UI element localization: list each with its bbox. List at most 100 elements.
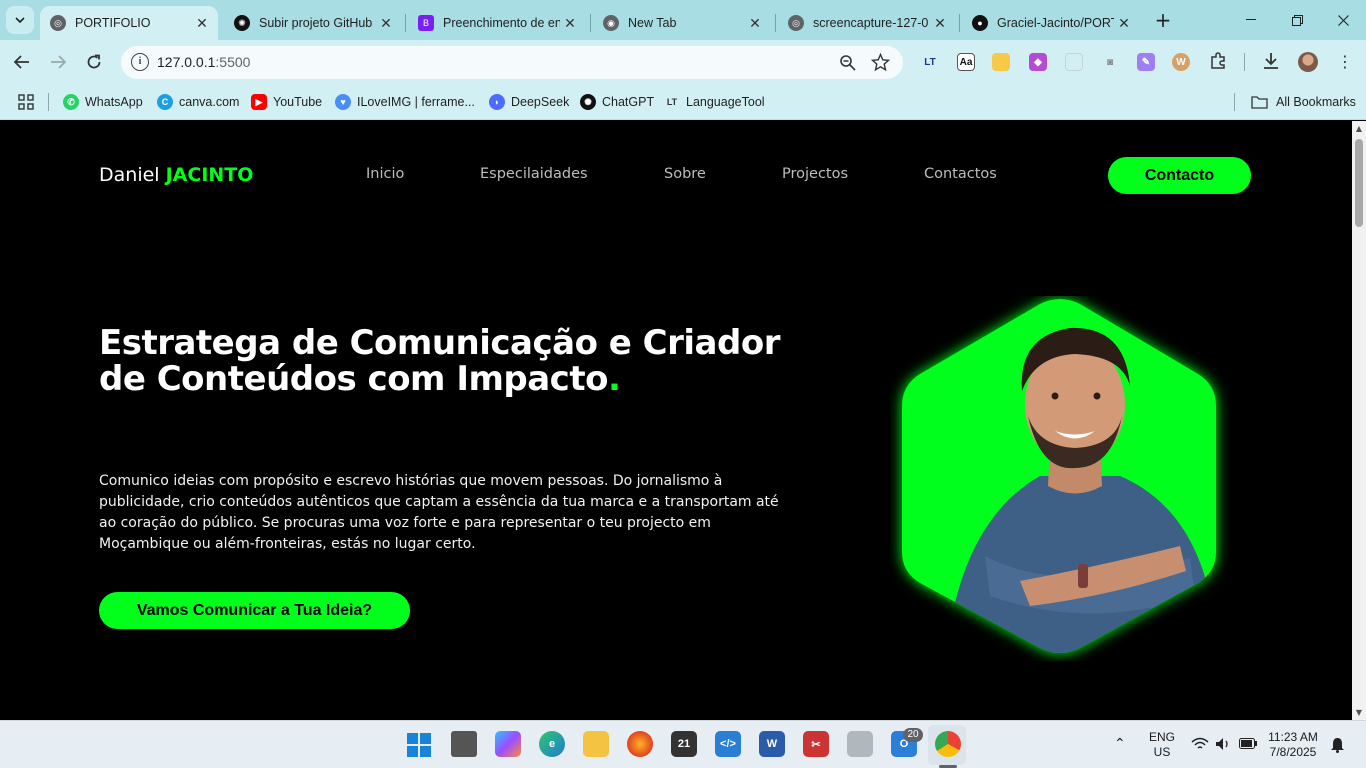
nav-contactos[interactable]: Contactos bbox=[924, 166, 997, 182]
arrow-left-icon bbox=[14, 55, 29, 69]
forward-button[interactable] bbox=[46, 50, 70, 74]
download-icon[interactable] bbox=[1262, 52, 1280, 70]
wordpress-extension-icon[interactable]: W bbox=[1172, 53, 1190, 71]
close-icon bbox=[1337, 14, 1349, 26]
apps-grid-icon[interactable] bbox=[18, 94, 34, 110]
edge-icon[interactable]: e bbox=[539, 731, 565, 757]
nav-sobre[interactable]: Sobre bbox=[664, 166, 706, 182]
bookmarks-bar: ✆ WhatsApp Ccanva.com ▶ YouTube ♥ ILoveIMG … bbox=[0, 84, 1366, 120]
bookmark-iloveimg[interactable]: ♥ ILoveIMG | ferrame... bbox=[335, 92, 475, 112]
windows-start-icon[interactable] bbox=[407, 733, 431, 757]
url-text[interactable]: 127.0.0.1:5500 bbox=[157, 54, 250, 70]
globe-icon: ◎ bbox=[788, 15, 804, 31]
new-tab-button[interactable]: + bbox=[1140, 0, 1186, 40]
task-view-icon[interactable] bbox=[451, 731, 477, 757]
close-icon[interactable]: ✕ bbox=[376, 15, 396, 32]
scroll-down-icon[interactable]: ▼ bbox=[1355, 708, 1363, 717]
tray-chevron-up-icon[interactable]: ⌃ bbox=[1114, 735, 1126, 752]
notes-extension-icon[interactable] bbox=[992, 53, 1010, 71]
globe-icon: ◎ bbox=[50, 15, 66, 31]
contact-button[interactable]: Contacto bbox=[1108, 157, 1251, 194]
chatgpt-icon: ✺ bbox=[580, 94, 596, 110]
close-icon[interactable]: ✕ bbox=[192, 15, 212, 32]
minimize-button[interactable] bbox=[1228, 0, 1274, 40]
bootstrap-icon: B bbox=[418, 15, 434, 31]
canva-icon: C bbox=[157, 94, 173, 110]
extensions-puzzle-icon[interactable] bbox=[1209, 52, 1227, 70]
file-explorer-icon[interactable] bbox=[583, 731, 609, 757]
minimize-icon bbox=[1246, 19, 1256, 20]
battery-icon[interactable] bbox=[1239, 738, 1257, 749]
scrollbar-thumb[interactable] bbox=[1355, 139, 1363, 227]
nav-projectos[interactable]: Projectos bbox=[782, 166, 848, 182]
nav-especialidades[interactable]: Especilaidades bbox=[480, 166, 588, 182]
tab-subir-projeto[interactable]: ✺ Subir projeto GitHub ✕ bbox=[224, 6, 402, 40]
volume-icon[interactable] bbox=[1215, 737, 1231, 751]
chrome-icon: ◉ bbox=[603, 15, 619, 31]
hero-description: Comunico ideias com propósito e escrevo … bbox=[99, 473, 779, 552]
restore-icon bbox=[1291, 14, 1303, 26]
hero-portrait bbox=[890, 296, 1230, 661]
languagetool-extension-icon[interactable]: LT bbox=[921, 53, 939, 71]
reload-button[interactable] bbox=[82, 50, 106, 74]
bookmark-chatgpt[interactable]: ✺ ChatGPT bbox=[580, 92, 654, 112]
windows-taskbar: e 21 </> W ✂ O 20 ⌃ ENG US 11:23 AM 7/8/… bbox=[0, 720, 1366, 768]
clock[interactable]: 11:23 AM 7/8/2025 bbox=[1262, 730, 1324, 760]
close-icon[interactable]: ✕ bbox=[930, 15, 950, 32]
kebab-menu-icon[interactable]: ⋮ bbox=[1337, 52, 1353, 72]
calendar-app-icon[interactable]: 21 bbox=[671, 731, 697, 757]
bookmark-languagetool[interactable]: LT LanguageTool bbox=[664, 92, 765, 112]
communicate-idea-button[interactable]: Vamos Comunicar a Tua Ideia? bbox=[99, 592, 410, 629]
close-window-button[interactable] bbox=[1320, 0, 1366, 40]
vscode-icon[interactable]: </> bbox=[715, 731, 741, 757]
all-bookmarks[interactable]: All Bookmarks bbox=[1251, 92, 1356, 112]
site-info-icon[interactable]: i bbox=[131, 53, 149, 71]
word-icon[interactable]: W bbox=[759, 731, 785, 757]
bookmark-youtube[interactable]: ▶ YouTube bbox=[251, 92, 322, 112]
bookmark-deepseek[interactable]: ◗ DeepSeek bbox=[489, 92, 569, 112]
chrome-icon[interactable] bbox=[935, 731, 961, 757]
bookmark-star-icon[interactable] bbox=[871, 53, 890, 72]
notification-bell-icon[interactable] bbox=[1330, 737, 1345, 753]
restore-button[interactable] bbox=[1274, 0, 1320, 40]
tab-screencapture[interactable]: ◎ screencapture-127-0 ✕ bbox=[778, 6, 956, 40]
arrow-right-icon bbox=[51, 55, 66, 69]
blank-extension-icon[interactable] bbox=[1065, 53, 1083, 71]
firefox-icon[interactable] bbox=[627, 731, 653, 757]
hero-title: Estratega de Comunicação e Criador de Co… bbox=[99, 323, 780, 399]
snipping-tool-icon[interactable]: ✂ bbox=[803, 731, 829, 757]
nav-inicio[interactable]: Inicio bbox=[366, 166, 404, 182]
close-icon[interactable]: ✕ bbox=[560, 15, 580, 32]
profile-avatar[interactable] bbox=[1298, 52, 1318, 72]
notification-badge: 20 bbox=[903, 728, 923, 742]
photos-icon[interactable] bbox=[847, 731, 873, 757]
tab-search-button[interactable] bbox=[6, 6, 34, 34]
tab-new-tab[interactable]: ◉ New Tab ✕ bbox=[593, 6, 771, 40]
purple-extension-icon[interactable]: ◆ bbox=[1029, 53, 1047, 71]
address-bar[interactable]: i 127.0.0.1:5500 bbox=[121, 46, 903, 79]
chatgpt-icon: ✺ bbox=[234, 15, 250, 31]
scroll-up-icon[interactable]: ▲ bbox=[1355, 124, 1363, 133]
page-scrollbar[interactable]: ▲ ▼ bbox=[1352, 121, 1366, 720]
iloveimg-icon: ♥ bbox=[335, 94, 351, 110]
site-brand[interactable]: Daniel JACINTO bbox=[99, 164, 253, 186]
youtube-icon: ▶ bbox=[251, 94, 267, 110]
bookmark-whatsapp[interactable]: ✆ WhatsApp bbox=[63, 92, 143, 112]
language-indicator[interactable]: ENG US bbox=[1144, 730, 1180, 760]
camera-extension-icon[interactable]: ◙ bbox=[1101, 53, 1119, 71]
tab-bar: ◎ PORTIFOLIO ✕ ✺ Subir projeto GitHub ✕ … bbox=[0, 0, 1366, 40]
back-button[interactable] bbox=[10, 50, 34, 74]
tab-github[interactable]: ● Graciel-Jacinto/PORT ✕ bbox=[962, 6, 1140, 40]
wifi-icon[interactable] bbox=[1191, 737, 1209, 751]
folder-icon bbox=[1251, 96, 1268, 109]
bookmark-canva[interactable]: Ccanva.com bbox=[157, 92, 239, 112]
color-picker-extension-icon[interactable]: ✎ bbox=[1137, 53, 1155, 71]
tab-preenchimento[interactable]: B Preenchimento de en ✕ bbox=[408, 6, 586, 40]
close-icon[interactable]: ✕ bbox=[745, 15, 765, 32]
chevron-down-icon bbox=[15, 17, 25, 23]
dictionary-extension-icon[interactable]: Aa bbox=[957, 53, 975, 71]
tab-portifolio[interactable]: ◎ PORTIFOLIO ✕ bbox=[40, 6, 218, 40]
zoom-icon[interactable] bbox=[839, 54, 857, 72]
close-icon[interactable]: ✕ bbox=[1114, 15, 1134, 32]
copilot-icon[interactable] bbox=[495, 731, 521, 757]
